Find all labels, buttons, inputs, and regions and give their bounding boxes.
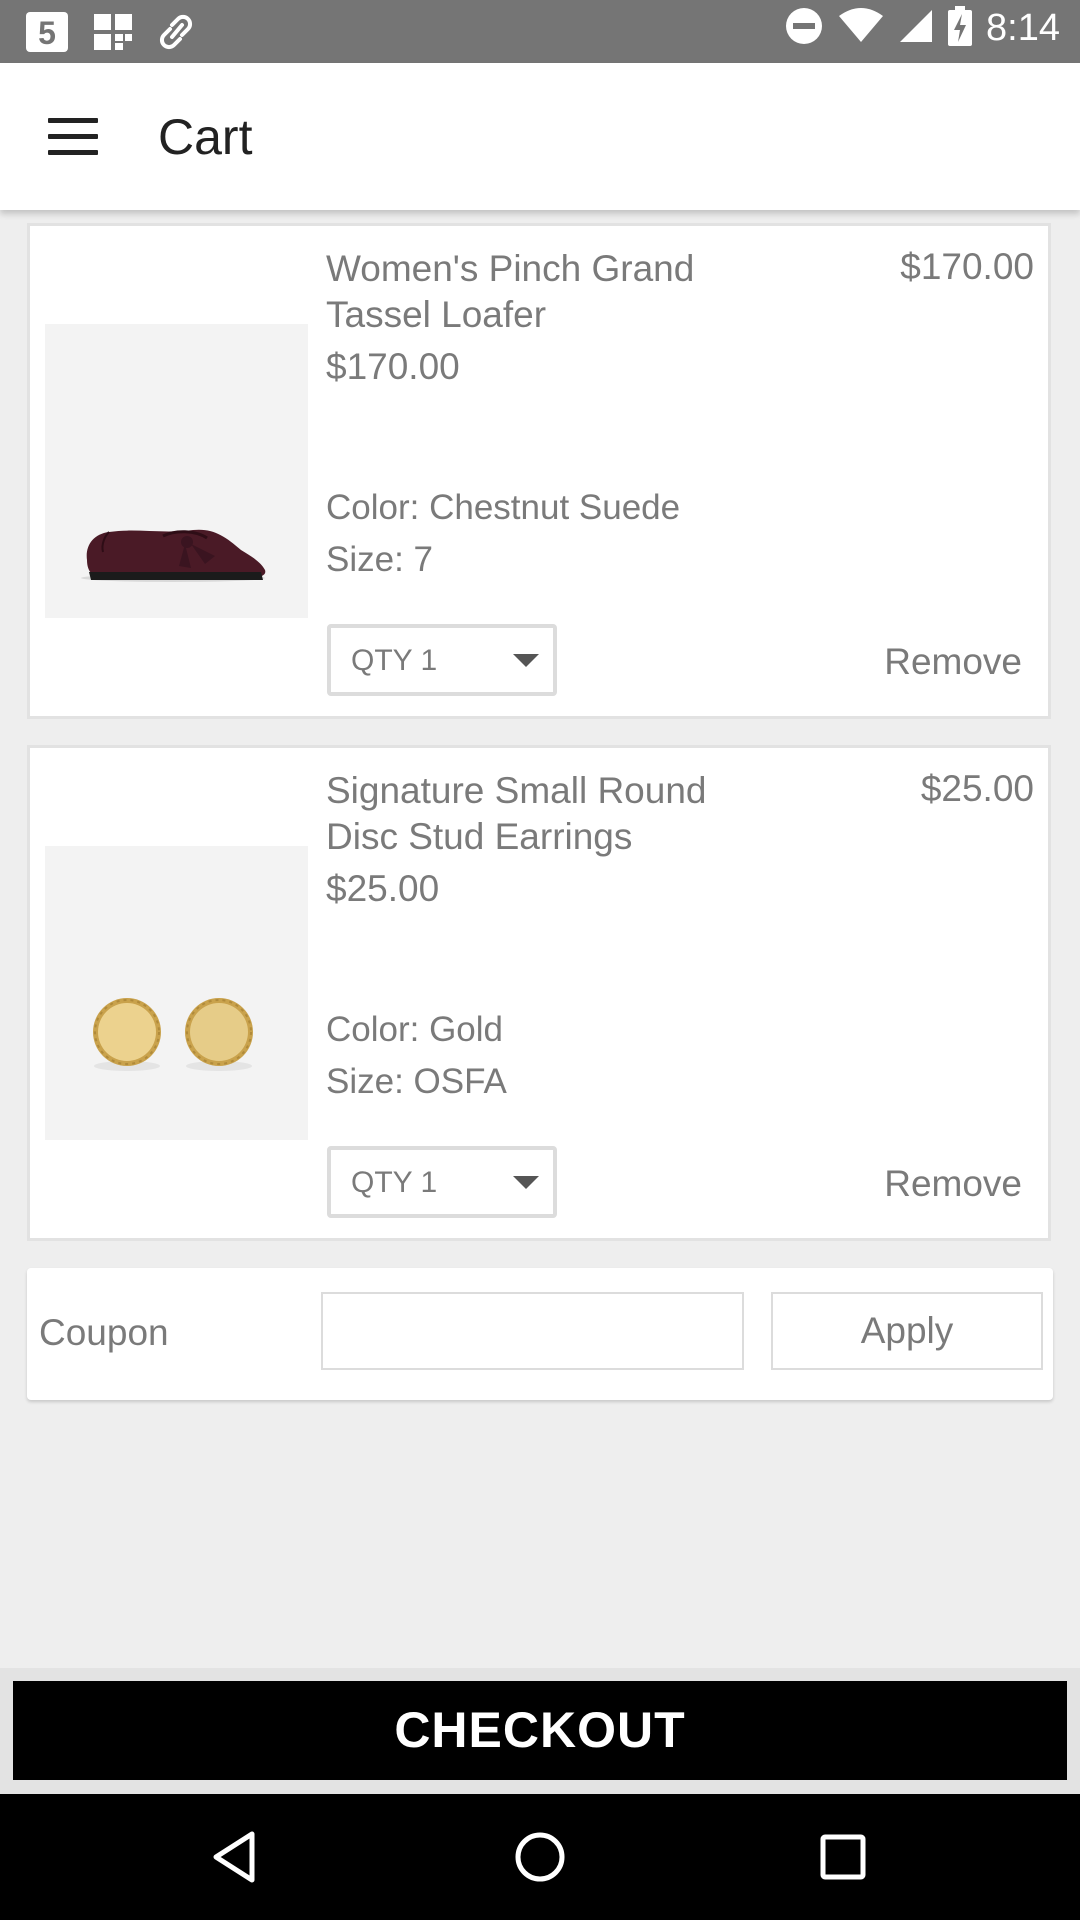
- item-total-price: $170.00: [900, 246, 1034, 287]
- quantity-value: QTY 1: [351, 1166, 438, 1199]
- loafer-shoe-image[interactable]: [45, 324, 308, 618]
- grid-icon: [92, 12, 134, 57]
- cart-screen: 5 8:14 Cart Women's Pinch Grand Tassel L…: [0, 0, 1080, 1920]
- quantity-dropdown[interactable]: QTY 1: [327, 1146, 557, 1218]
- back-icon[interactable]: [200, 1822, 270, 1892]
- svg-text:5: 5: [38, 15, 56, 51]
- sim-5-icon: 5: [24, 10, 70, 59]
- battery-charging-icon: [948, 6, 973, 51]
- checkout-bar: CHECKOUT: [0, 1668, 1080, 1794]
- item-total-price: $25.00: [920, 768, 1034, 809]
- do-not-disturb-icon: [784, 6, 824, 51]
- status-time: 8:14: [986, 7, 1060, 49]
- recents-icon[interactable]: [808, 1822, 878, 1892]
- coupon-label: Coupon: [39, 1312, 169, 1353]
- chevron-down-icon: [513, 1176, 539, 1189]
- item-size: Size: 7: [326, 540, 433, 579]
- item-name: Women's Pinch Grand Tassel Loafer: [326, 248, 695, 335]
- checkout-button[interactable]: CHECKOUT: [13, 1681, 1067, 1780]
- item-color: Color: Chestnut Suede: [326, 488, 681, 527]
- item-unit-price: $25.00: [326, 868, 440, 909]
- cart-item: Women's Pinch Grand Tassel Loafer $170.0…: [27, 223, 1051, 719]
- signal-icon: [898, 8, 934, 49]
- remove-button[interactable]: Remove: [884, 1163, 1022, 1205]
- chevron-down-icon: [513, 654, 539, 667]
- quantity-value: QTY 1: [351, 644, 438, 677]
- hamburger-menu-icon[interactable]: [48, 118, 98, 155]
- apply-coupon-button[interactable]: Apply: [771, 1292, 1043, 1370]
- home-icon[interactable]: [505, 1822, 575, 1892]
- wifi-icon: [838, 8, 884, 49]
- cart-item: Signature Small Round Disc Stud Earrings…: [27, 745, 1051, 1241]
- stud-earrings-image[interactable]: [45, 846, 308, 1140]
- item-unit-price: $170.00: [326, 346, 460, 387]
- link-icon: [156, 11, 196, 58]
- page-title: Cart: [158, 109, 253, 165]
- item-name: Signature Small Round Disc Stud Earrings: [326, 770, 707, 857]
- app-bar: Cart: [0, 63, 1080, 210]
- quantity-dropdown[interactable]: QTY 1: [327, 624, 557, 696]
- item-size: Size: OSFA: [326, 1062, 507, 1101]
- item-color: Color: Gold: [326, 1010, 504, 1049]
- remove-button[interactable]: Remove: [884, 641, 1022, 683]
- coupon-section: Coupon Apply: [27, 1268, 1053, 1400]
- system-nav-bar: [0, 1794, 1080, 1920]
- status-bar: 5 8:14: [0, 0, 1080, 63]
- coupon-input[interactable]: [321, 1292, 744, 1370]
